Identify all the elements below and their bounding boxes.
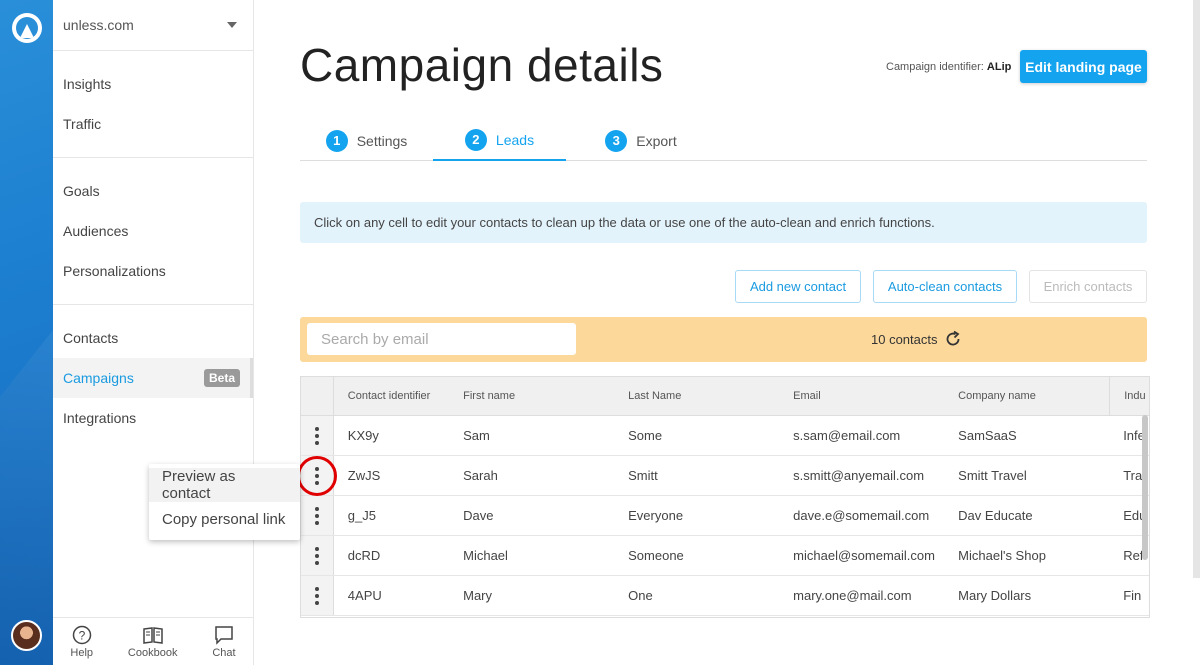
table-cell[interactable]: Dave	[449, 496, 614, 535]
table-scrollbar[interactable]	[1142, 415, 1148, 560]
sidebar: unless.com Insights Traffic Goals Audien…	[53, 0, 254, 665]
table-cell[interactable]: g_J5	[334, 496, 449, 535]
contacts-count: 10 contacts	[871, 330, 962, 348]
table-cell[interactable]: Smitt	[614, 456, 779, 495]
page-scrollbar[interactable]	[1193, 0, 1200, 578]
column-header[interactable]: First name	[449, 377, 614, 415]
preview-as-contact-item[interactable]: Preview as contact	[149, 468, 300, 502]
search-input[interactable]	[307, 323, 576, 355]
nav-group-personalize: Goals Audiences Personalizations	[53, 158, 253, 305]
help-button[interactable]: ? Help	[70, 625, 93, 659]
table-cell[interactable]: One	[614, 576, 779, 615]
more-vertical-icon	[314, 426, 319, 445]
campaign-identifier-value: ALip	[986, 61, 1012, 73]
table-cell[interactable]: Dav Educate	[944, 496, 1109, 535]
sidebar-item-goals[interactable]: Goals	[53, 171, 253, 211]
auto-clean-contacts-button[interactable]: Auto-clean contacts	[873, 270, 1017, 303]
column-header[interactable]: Indu	[1109, 377, 1149, 415]
svg-text:?: ?	[78, 628, 85, 642]
sidebar-item-audiences[interactable]: Audiences	[53, 211, 253, 251]
table-cell[interactable]: Mary	[449, 576, 614, 615]
cookbook-button[interactable]: Cookbook	[128, 625, 177, 659]
column-header[interactable]: Company name	[944, 377, 1109, 415]
table-row: KX9y Sam Some s.sam@email.com SamSaaS In…	[301, 416, 1149, 456]
table-cell[interactable]: Smitt Travel	[944, 456, 1109, 495]
book-icon	[142, 626, 163, 644]
table-cell[interactable]: s.sam@email.com	[779, 416, 944, 455]
column-header[interactable]: Contact identifier	[334, 377, 449, 415]
table-row: 4APU Mary One mary.one@mail.com Mary Dol…	[301, 576, 1149, 616]
copy-personal-link-item[interactable]: Copy personal link	[149, 502, 300, 536]
user-avatar[interactable]	[11, 620, 42, 651]
sidebar-item-traffic[interactable]: Traffic	[53, 104, 253, 144]
tab-export[interactable]: 3 Export	[566, 120, 716, 161]
search-bar: 10 contacts	[300, 317, 1147, 362]
app-rail	[0, 0, 53, 665]
site-selector[interactable]: unless.com	[53, 0, 253, 51]
table-cell[interactable]: Some	[614, 416, 779, 455]
row-menu-button[interactable]	[301, 536, 334, 575]
chevron-down-icon	[227, 22, 237, 28]
page-title: Campaign details	[300, 39, 664, 91]
sidebar-item-integrations[interactable]: Integrations	[53, 398, 253, 438]
table-cell[interactable]: Everyone	[614, 496, 779, 535]
sidebar-item-insights[interactable]: Insights	[53, 64, 253, 104]
sidebar-item-contacts[interactable]: Contacts	[53, 318, 253, 358]
table-cell[interactable]: Mary Dollars	[944, 576, 1109, 615]
enrich-contacts-button[interactable]: Enrich contacts	[1029, 270, 1147, 303]
more-vertical-icon	[314, 586, 319, 605]
campaign-tabs: 1 Settings 2 Leads 3 Export	[300, 120, 1147, 161]
nav-group-contacts: Contacts Campaigns Beta Integrations	[53, 305, 253, 451]
table-row: g_J5 Dave Everyone dave.e@somemail.com D…	[301, 496, 1149, 536]
table-header: Contact identifier First name Last Name …	[301, 377, 1149, 416]
unless-logo[interactable]	[12, 13, 42, 43]
column-header[interactable]: Email	[779, 377, 944, 415]
campaign-identifier: Campaign identifier: ALip	[886, 61, 1012, 73]
column-header[interactable]: Last Name	[614, 377, 779, 415]
tab-leads[interactable]: 2 Leads	[433, 120, 566, 161]
table-cell[interactable]: michael@somemail.com	[779, 536, 944, 575]
sidebar-item-personalizations[interactable]: Personalizations	[53, 251, 253, 291]
table-cell[interactable]: Michael's Shop	[944, 536, 1109, 575]
table-cell[interactable]: dcRD	[334, 536, 449, 575]
chat-icon	[215, 625, 233, 645]
contacts-table: Contact identifier First name Last Name …	[300, 376, 1150, 618]
main-content: Campaign details Campaign identifier: AL…	[254, 0, 1200, 665]
table-cell[interactable]: Fin	[1109, 576, 1149, 615]
row-context-menu: Preview as contact Copy personal link	[149, 464, 300, 540]
edit-landing-page-button[interactable]: Edit landing page	[1020, 50, 1147, 83]
sidebar-item-campaigns[interactable]: Campaigns Beta	[53, 358, 253, 398]
more-vertical-icon	[314, 506, 319, 525]
add-new-contact-button[interactable]: Add new contact	[735, 270, 861, 303]
row-menu-button[interactable]	[301, 416, 334, 455]
table-cell[interactable]: KX9y	[334, 416, 449, 455]
info-banner: Click on any cell to edit your contacts …	[300, 202, 1147, 243]
help-icon: ?	[72, 625, 91, 644]
table-cell[interactable]: dave.e@somemail.com	[779, 496, 944, 535]
table-cell[interactable]: s.smitt@anyemail.com	[779, 456, 944, 495]
table-cell[interactable]: ZwJS	[334, 456, 449, 495]
row-menu-button[interactable]	[301, 496, 334, 535]
table-cell[interactable]: Michael	[449, 536, 614, 575]
table-row: ZwJS Sarah Smitt s.smitt@anyemail.com Sm…	[301, 456, 1149, 496]
table-row: dcRD Michael Someone michael@somemail.co…	[301, 536, 1149, 576]
tab-settings[interactable]: 1 Settings	[300, 120, 433, 161]
sidebar-footer: ? Help Cookbook Chat	[53, 617, 253, 665]
row-menu-button[interactable]	[301, 576, 334, 615]
table-cell[interactable]: Sarah	[449, 456, 614, 495]
highlight-annotation	[297, 456, 337, 496]
table-cell[interactable]: Someone	[614, 536, 779, 575]
site-name: unless.com	[63, 17, 134, 33]
table-cell[interactable]: 4APU	[334, 576, 449, 615]
beta-badge: Beta	[203, 369, 240, 387]
table-cell[interactable]: mary.one@mail.com	[779, 576, 944, 615]
more-vertical-icon	[314, 546, 319, 565]
table-cell[interactable]: Sam	[449, 416, 614, 455]
refresh-icon[interactable]	[944, 330, 962, 348]
nav-group-analytics: Insights Traffic	[53, 51, 253, 158]
chat-button[interactable]: Chat	[212, 625, 236, 659]
table-cell[interactable]: SamSaaS	[944, 416, 1109, 455]
